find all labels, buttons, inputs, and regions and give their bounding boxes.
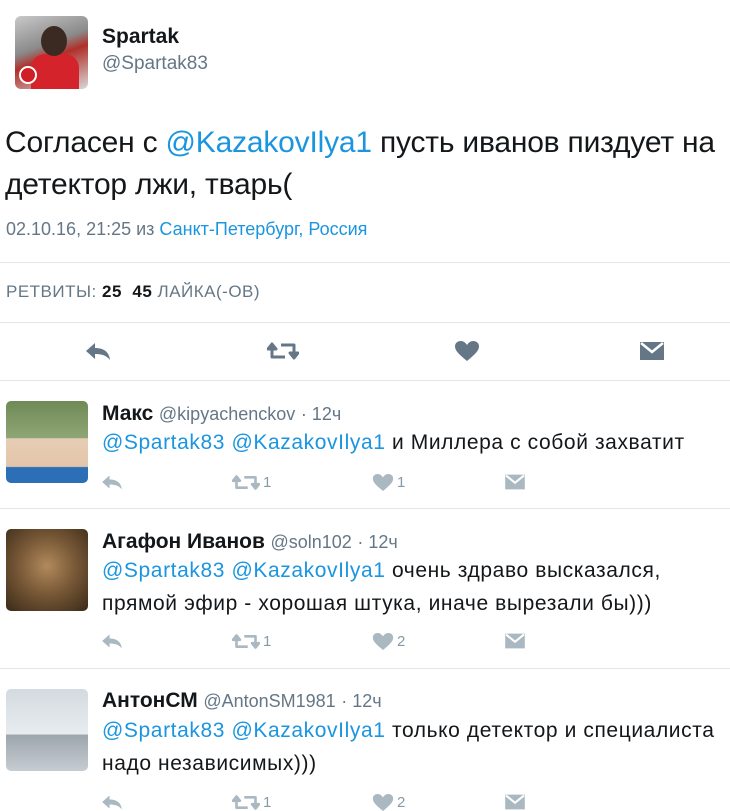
author-handle[interactable]: @AntonSM1981 xyxy=(203,691,335,711)
retweet-count: 1 xyxy=(263,793,272,811)
retweet-button[interactable]: 1 xyxy=(232,629,271,653)
reply-tweet: Агафон Иванов @soln102 · 12ч @Spartak83 … xyxy=(0,509,730,669)
divider xyxy=(0,322,730,323)
reply-header: Агафон Иванов @soln102 · 12ч xyxy=(102,530,398,554)
mention-link[interactable]: @KazakovIlya1 xyxy=(232,559,386,582)
reply-header: АнтонСМ @AntonSM1981 · 12ч xyxy=(102,689,382,713)
reply-text: @Spartak83 @KazakovIlya1 и Миллера с соб… xyxy=(102,426,730,459)
reply-actions: 1 2 xyxy=(100,790,530,811)
retweet-button[interactable]: 1 xyxy=(232,470,271,494)
retweet-icon xyxy=(232,633,260,649)
retweet-icon xyxy=(267,342,299,360)
author-handle[interactable]: @Spartak83 xyxy=(102,53,208,75)
retweets-label: РЕТВИТЫ: xyxy=(6,282,97,301)
tweet-time: · 12ч xyxy=(357,532,398,552)
author-name[interactable]: АнтонСМ xyxy=(102,689,198,712)
mention-link[interactable]: @Spartak83 xyxy=(102,559,225,582)
tweet-time: · 12ч xyxy=(341,691,382,711)
mention-link[interactable]: @KazakovIlya1 xyxy=(166,126,372,159)
avatar-head xyxy=(41,26,67,56)
reply-header: Макс @kipyachenckov · 12ч xyxy=(102,402,341,426)
reply-actions: 1 2 xyxy=(100,629,530,653)
mention-link[interactable]: @KazakovIlya1 xyxy=(232,719,386,742)
tweet-datetime: 02.10.16, 21:25 из xyxy=(6,219,160,239)
reply-button[interactable] xyxy=(100,629,124,653)
spartak-logo-icon xyxy=(19,66,37,84)
envelope-icon xyxy=(505,474,525,490)
direct-message-button[interactable] xyxy=(504,629,526,653)
likes-count[interactable]: 45 xyxy=(132,282,152,301)
mention-link[interactable]: @Spartak83 xyxy=(102,719,225,742)
location-link[interactable]: Санкт-Петербург, Россия xyxy=(159,219,367,239)
heart-icon xyxy=(455,341,479,361)
reply-actions: 1 1 xyxy=(100,470,530,494)
like-count: 2 xyxy=(397,793,406,811)
like-count: 2 xyxy=(397,632,406,650)
like-button[interactable]: 2 xyxy=(372,790,405,811)
like-count: 1 xyxy=(397,473,406,491)
reply-icon xyxy=(102,795,122,810)
reply-text-body: и Миллера с собой захватит xyxy=(385,431,685,454)
avatar[interactable] xyxy=(6,401,88,483)
envelope-icon xyxy=(505,633,525,649)
mention-link[interactable]: @Spartak83 xyxy=(102,431,225,454)
reply-button[interactable] xyxy=(80,333,116,369)
author-name[interactable]: Spartak xyxy=(102,25,179,49)
reply-text: @Spartak83 @KazakovIlya1 только детектор… xyxy=(102,714,730,780)
avatar[interactable] xyxy=(15,16,88,89)
tweet-stats: РЕТВИТЫ: 25 45 ЛАЙКА(-ОВ) xyxy=(6,282,260,302)
likes-label: ЛАЙКА(-ОВ) xyxy=(157,282,261,301)
retweet-icon xyxy=(232,474,260,490)
tweet-text: Согласен с @KazakovIlya1 пусть иванов пи… xyxy=(5,122,725,206)
envelope-icon xyxy=(640,342,664,360)
reply-icon xyxy=(102,634,122,649)
heart-icon xyxy=(372,473,394,491)
tweet-text-before: Согласен с xyxy=(5,126,166,159)
direct-message-button[interactable] xyxy=(504,790,526,811)
retweet-count: 1 xyxy=(263,473,272,491)
divider xyxy=(0,262,730,263)
reply-icon xyxy=(86,343,110,360)
tweet-time: · 12ч xyxy=(300,404,342,424)
retweet-button[interactable]: 1 xyxy=(232,790,271,811)
author-name[interactable]: Агафон Иванов xyxy=(102,530,265,553)
author-handle[interactable]: @kipyachenckov xyxy=(159,404,295,424)
main-tweet: Spartak @Spartak83 Согласен с @KazakovIl… xyxy=(0,0,730,381)
reply-tweet: АнтонСМ @AntonSM1981 · 12ч @Spartak83 @K… xyxy=(0,669,730,811)
envelope-icon xyxy=(505,794,525,810)
avatar-shirt xyxy=(31,54,79,89)
direct-message-button[interactable] xyxy=(504,470,526,494)
direct-message-button[interactable] xyxy=(634,333,670,369)
reply-button[interactable] xyxy=(100,790,124,811)
author-handle[interactable]: @soln102 xyxy=(270,532,351,552)
heart-icon xyxy=(372,793,394,811)
retweet-count: 1 xyxy=(263,632,272,650)
heart-icon xyxy=(372,632,394,650)
author-name[interactable]: Макс xyxy=(102,402,153,425)
reply-text: @Spartak83 @KazakovIlya1 очень здраво вы… xyxy=(102,554,730,620)
avatar[interactable] xyxy=(6,689,88,771)
mention-link[interactable]: @KazakovIlya1 xyxy=(232,431,386,454)
tweet-actions xyxy=(0,333,730,369)
tweet-meta: 02.10.16, 21:25 из Санкт-Петербург, Росс… xyxy=(6,219,367,240)
like-button[interactable]: 2 xyxy=(372,629,405,653)
like-button[interactable] xyxy=(449,333,485,369)
avatar[interactable] xyxy=(6,529,88,611)
retweet-icon xyxy=(232,794,260,810)
retweets-count[interactable]: 25 xyxy=(102,282,122,301)
retweet-button[interactable] xyxy=(265,333,301,369)
reply-button[interactable] xyxy=(100,470,124,494)
like-button[interactable]: 1 xyxy=(372,470,405,494)
reply-tweet: Макс @kipyachenckov · 12ч @Spartak83 @Ka… xyxy=(0,381,730,509)
reply-icon xyxy=(102,475,122,490)
